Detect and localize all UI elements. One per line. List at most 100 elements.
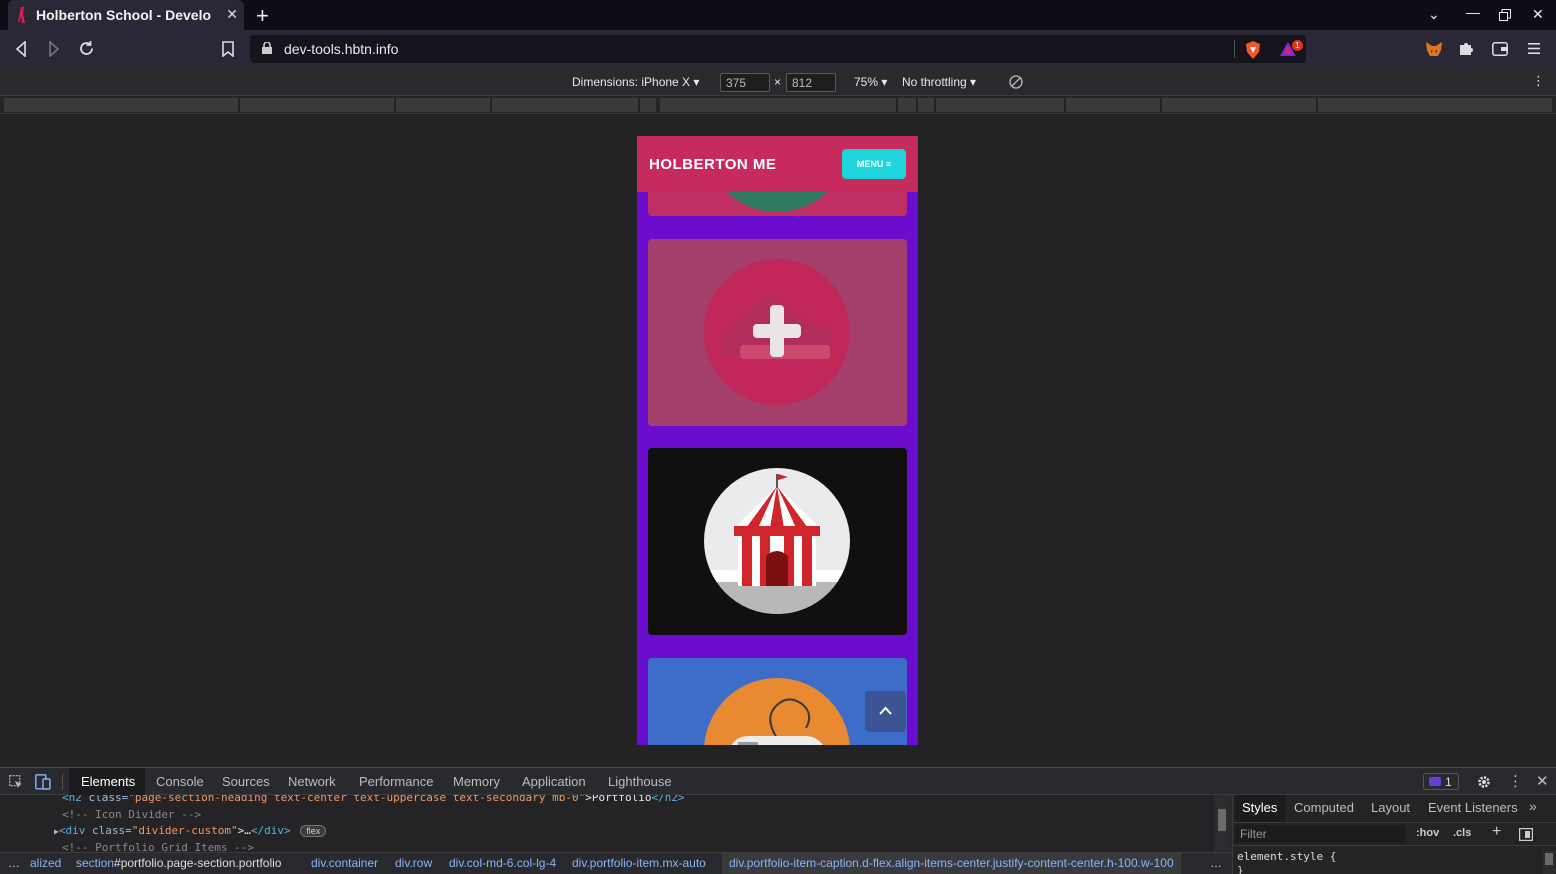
device-screen: HOLBERTON ME MENU ≡ bbox=[637, 136, 918, 745]
issues-counter[interactable]: 1 bbox=[1423, 773, 1459, 790]
media-query-segment[interactable] bbox=[898, 98, 916, 112]
more-tabs-chevron-icon[interactable]: » bbox=[1529, 798, 1537, 814]
throttling-dropdown[interactable]: No throttling ▾ bbox=[902, 75, 976, 89]
dom-node-h2[interactable]: <h2 class="page-section-heading text-cen… bbox=[62, 795, 685, 804]
extensions-puzzle-icon[interactable] bbox=[1459, 41, 1474, 56]
tab-sources[interactable]: Sources bbox=[222, 774, 270, 789]
site-navbar: HOLBERTON ME MENU ≡ bbox=[637, 136, 918, 192]
tab-styles[interactable]: Styles bbox=[1242, 800, 1277, 815]
dom-comment[interactable]: <!-- Portfolio Grid Items --> bbox=[62, 841, 254, 852]
breadcrumb-item-selected[interactable]: div.portfolio-item-caption.d-flex.align-… bbox=[722, 853, 1181, 874]
tab-layout[interactable]: Layout bbox=[1371, 800, 1410, 815]
issues-count: 1 bbox=[1445, 775, 1452, 789]
devtools-more-icon[interactable]: ⋮ bbox=[1508, 772, 1523, 790]
bookmark-icon[interactable] bbox=[222, 41, 234, 57]
media-query-segment[interactable] bbox=[396, 98, 490, 112]
tab-memory[interactable]: Memory bbox=[453, 774, 500, 789]
settings-gear-icon[interactable] bbox=[1477, 775, 1491, 789]
styles-scrollbar[interactable] bbox=[1543, 851, 1555, 874]
device-dimensions-dropdown[interactable]: Dimensions: iPhone X ▾ bbox=[572, 75, 699, 89]
device-height-input[interactable]: 812 bbox=[786, 73, 836, 92]
reload-icon[interactable] bbox=[78, 40, 95, 57]
back-icon[interactable] bbox=[14, 41, 28, 57]
media-query-segment[interactable] bbox=[4, 98, 238, 112]
device-toggle-icon[interactable] bbox=[35, 774, 51, 790]
rotate-device-icon[interactable] bbox=[1009, 75, 1023, 89]
device-toolbar-more-icon[interactable]: ⋮ bbox=[1532, 73, 1545, 89]
address-bar[interactable]: dev-tools.hbtn.info 1 bbox=[250, 35, 1306, 63]
brave-shields-icon[interactable] bbox=[1245, 41, 1261, 59]
devtools-tab-bar: Elements Console Sources Network Perform… bbox=[0, 768, 1556, 795]
media-query-segment[interactable] bbox=[1066, 98, 1160, 112]
portfolio-item[interactable] bbox=[648, 448, 907, 635]
flex-badge[interactable]: flex bbox=[300, 825, 327, 837]
main-menu-icon[interactable] bbox=[1528, 42, 1540, 55]
tab-network[interactable]: Network bbox=[288, 774, 336, 789]
emulated-viewport: HOLBERTON ME MENU ≡ bbox=[0, 114, 1556, 767]
code-text: >… bbox=[237, 824, 251, 837]
scrollbar-thumb[interactable] bbox=[1218, 809, 1226, 831]
media-query-bar[interactable] bbox=[0, 96, 1556, 114]
code-tag-close: </h2> bbox=[651, 795, 685, 804]
breadcrumb-item[interactable]: div.portfolio-item.mx-auto bbox=[572, 856, 706, 870]
cls-toggle[interactable]: .cls bbox=[1453, 827, 1471, 839]
tab-search-chevron-down-icon[interactable]: ⌄ bbox=[1428, 6, 1440, 23]
scroll-to-top-button[interactable] bbox=[865, 691, 906, 732]
dom-comment[interactable]: <!-- Icon Divider --> bbox=[62, 808, 201, 821]
minimize-window-icon[interactable]: — bbox=[1466, 4, 1480, 20]
media-query-segment[interactable] bbox=[918, 98, 934, 112]
tab-lighthouse[interactable]: Lighthouse bbox=[608, 774, 672, 789]
media-query-segment[interactable] bbox=[1162, 98, 1316, 112]
site-brand[interactable]: HOLBERTON ME bbox=[649, 156, 776, 173]
media-query-segment[interactable] bbox=[1318, 98, 1552, 112]
wallet-icon[interactable] bbox=[1492, 42, 1508, 56]
forward-icon[interactable] bbox=[47, 41, 61, 57]
new-style-rule-icon[interactable]: + bbox=[1492, 823, 1501, 841]
crumb-prefix: div bbox=[395, 856, 410, 870]
dom-node-div[interactable]: ▶<div class="divider-custom">…</div> fle… bbox=[54, 824, 327, 837]
breadcrumb-item[interactable]: alized bbox=[30, 856, 61, 870]
tab-performance[interactable]: Performance bbox=[359, 774, 433, 789]
media-query-segment[interactable] bbox=[492, 98, 638, 112]
portfolio-item[interactable] bbox=[648, 239, 907, 426]
close-devtools-icon[interactable]: ✕ bbox=[1536, 772, 1549, 790]
close-tab-icon[interactable]: ✕ bbox=[226, 6, 238, 23]
breadcrumb-item[interactable]: section#portfolio.page-section.portfolio bbox=[76, 856, 281, 870]
code-text: >Portfolio bbox=[585, 795, 652, 804]
scrollbar-thumb[interactable] bbox=[1545, 853, 1553, 865]
breadcrumb-item[interactable]: div.row bbox=[395, 856, 432, 870]
element-style-rule[interactable]: element.style { bbox=[1237, 850, 1336, 863]
toggle-sidebar-icon[interactable] bbox=[1519, 828, 1533, 841]
hov-toggle[interactable]: :hov bbox=[1416, 827, 1439, 839]
new-tab-button[interactable]: + bbox=[256, 3, 269, 29]
styles-filter-input[interactable]: Filter bbox=[1235, 825, 1405, 843]
media-query-segment[interactable] bbox=[640, 98, 656, 112]
breadcrumb-ellipsis[interactable]: … bbox=[8, 856, 20, 870]
media-query-segment[interactable] bbox=[936, 98, 1064, 112]
tab-console[interactable]: Console bbox=[156, 774, 204, 789]
menu-button[interactable]: MENU ≡ bbox=[842, 149, 906, 179]
restore-window-icon[interactable] bbox=[1499, 9, 1511, 21]
code-attr: class= bbox=[91, 824, 132, 837]
breadcrumb-item[interactable]: div.container bbox=[311, 856, 378, 870]
tab-computed[interactable]: Computed bbox=[1294, 800, 1354, 815]
zoom-dropdown[interactable]: 75% ▾ bbox=[854, 75, 887, 89]
breadcrumb-item[interactable]: div.col-md-6.col-lg-4 bbox=[449, 856, 556, 870]
code-attr: class= bbox=[88, 795, 129, 804]
dom-tree-scrollbar[interactable] bbox=[1216, 797, 1228, 850]
inspect-element-icon[interactable] bbox=[9, 775, 23, 789]
tab-elements[interactable]: Elements bbox=[81, 774, 135, 789]
throttling-label: No throttling bbox=[902, 75, 967, 89]
metamask-fox-icon[interactable] bbox=[1425, 41, 1443, 57]
tab-event-listeners[interactable]: Event Listeners bbox=[1428, 800, 1518, 815]
close-window-icon[interactable]: ✕ bbox=[1532, 6, 1544, 23]
breadcrumb-ellipsis[interactable]: … bbox=[1210, 856, 1222, 870]
breadcrumb: … alized section#portfolio.page-section.… bbox=[0, 852, 1232, 874]
browser-tab[interactable]: Holberton School - Develo ✕ bbox=[8, 0, 244, 30]
device-width-input[interactable]: 375 bbox=[720, 73, 770, 92]
elements-dom-tree[interactable]: <h2 class="page-section-heading text-cen… bbox=[0, 795, 1214, 852]
game-controller-icon bbox=[731, 698, 823, 745]
media-query-segment[interactable] bbox=[240, 98, 394, 112]
tab-application[interactable]: Application bbox=[522, 774, 586, 789]
media-query-segment[interactable] bbox=[660, 98, 896, 112]
